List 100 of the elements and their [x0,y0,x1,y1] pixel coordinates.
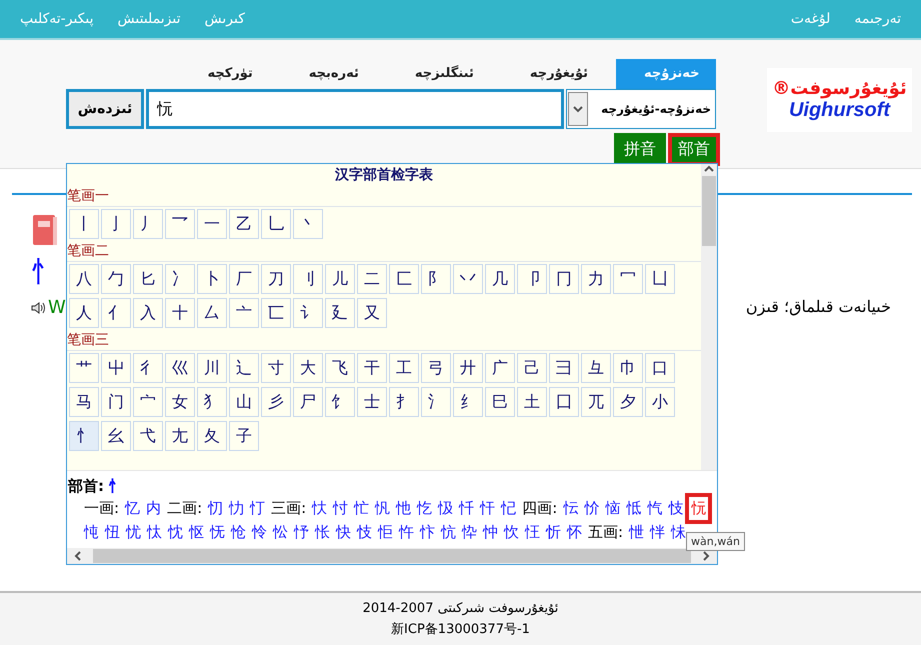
character-link[interactable]: 忔 [417,498,432,518]
radical-cell[interactable]: 小 [645,387,675,417]
character-link[interactable]: 怄 [189,522,204,542]
scroll-left-icon[interactable] [73,551,83,561]
language-tab[interactable]: ئىنگلىزچە [386,59,502,89]
radical-cell[interactable]: 干 [357,353,387,383]
radical-cell[interactable]: 扌 [389,387,419,417]
radical-cell[interactable]: 兀 [581,387,611,417]
character-link[interactable]: 忛 [375,498,390,518]
character-link[interactable]: 忮 [668,498,684,518]
radical-cell[interactable]: 川 [197,353,227,383]
radical-cell[interactable]: 人 [69,298,99,328]
radical-cell[interactable]: 土 [517,387,547,417]
character-link[interactable]: 忓 [480,498,496,518]
character-link[interactable]: 忻 [546,522,561,542]
character-link[interactable]: 忸 [105,522,120,542]
character-link[interactable]: 内 [146,498,162,518]
character-link[interactable]: 忶 [563,498,578,518]
radical-cell[interactable]: 十 [165,298,195,328]
radical-cell[interactable]: 艹 [69,353,99,383]
radical-cell[interactable]: 阝 [421,264,451,294]
character-link[interactable]: 忙 [354,498,370,518]
radical-cell[interactable]: 讠 [293,298,323,328]
radical-cell[interactable]: 女 [165,387,195,417]
language-tab[interactable]: ئەرەبچە [280,59,387,89]
character-link[interactable]: 忤 [399,522,414,542]
radical-cell[interactable]: 匚 [389,264,419,294]
radical-cell[interactable]: 刀 [261,264,291,294]
radical-cell[interactable]: 丶 [293,209,323,239]
scroll-right-icon[interactable] [701,551,711,561]
character-link[interactable]: 忕 [312,498,328,518]
character-link[interactable]: 忾 [647,498,662,518]
speaker-icon[interactable] [30,300,46,316]
character-link[interactable]: 忚 [396,498,412,518]
character-link[interactable]: 怀 [567,522,582,542]
character-link[interactable]: 忊 [250,498,266,518]
character-link[interactable]: 忭 [420,522,435,542]
radical-cell[interactable]: 子 [229,421,259,451]
radical-cell[interactable]: 大 [293,353,323,383]
language-tab[interactable]: تۈركچە [179,59,281,89]
caret-icon[interactable] [573,104,583,114]
radical-cell[interactable]: 彑 [581,353,611,383]
character-link[interactable]: 忦 [584,498,600,518]
radical-cell[interactable]: 凵 [645,264,675,294]
character-link[interactable]: 忬 [294,522,309,542]
radical-cell[interactable]: 一 [197,209,227,239]
character-link[interactable]: 怇 [378,522,393,542]
radical-cell[interactable]: 己 [517,353,547,383]
character-link[interactable]: 忡 [483,522,498,542]
radical-cell[interactable]: 廾 [453,353,483,383]
radical-cell[interactable]: 夂 [197,421,227,451]
radical-cell[interactable]: 乙 [229,209,259,239]
character-link[interactable]: 忏 [459,498,474,518]
character-link[interactable]: 恼 [605,498,620,518]
character-link[interactable]: 忲 [147,522,162,542]
radical-cell[interactable]: 丿 [133,209,163,239]
character-link[interactable]: 忉 [208,498,224,518]
radical-cell[interactable]: 屮 [101,353,131,383]
character-link[interactable]: 忼 [441,522,456,542]
radical-cell[interactable]: 弋 [133,421,163,451]
character-link[interactable]: 忰 [462,522,477,542]
character-link[interactable]: 忣 [438,498,454,518]
language-tab[interactable]: ئۇيغۇرچە [502,59,616,89]
radical-cell[interactable]: 彳 [133,353,163,383]
radical-cell[interactable]: 卜 [197,264,227,294]
character-link[interactable]: 忋 [501,498,516,518]
character-link[interactable]: 忆 [125,498,140,518]
character-link[interactable]: 忖 [333,498,348,518]
radical-cell[interactable]: 巾 [613,353,643,383]
radical-cell[interactable]: 巛 [165,353,195,383]
mode-button[interactable]: 部首 [668,133,720,166]
radical-cell[interactable]: 儿 [325,264,355,294]
radical-cell[interactable]: 乚 [261,209,291,239]
radical-cell[interactable]: 口 [645,353,675,383]
radical-cell[interactable]: 幺 [101,421,131,451]
character-link[interactable]: 怆 [231,522,246,542]
radical-cell[interactable]: 广 [485,353,515,383]
scrollbar-thumb[interactable] [702,176,716,246]
radical-cell[interactable]: 厶 [197,298,227,328]
radical-cell[interactable]: 飞 [325,353,355,383]
radical-cell[interactable]: 氵 [421,387,451,417]
radical-cell[interactable]: 刂 [293,264,323,294]
radical-cell[interactable]: 弓 [421,353,451,383]
radical-cell[interactable]: 匕 [133,264,163,294]
radical-cell[interactable]: 勹 [101,264,131,294]
character-link[interactable]: 忺 [504,522,519,542]
radical-cell[interactable]: 士 [357,387,387,417]
radical-cell[interactable]: 忄 [69,421,99,451]
character-link[interactable]: 怜 [252,522,267,542]
radical-cell[interactable]: 寸 [261,353,291,383]
radical-cell[interactable]: 巳 [485,387,515,417]
radical-cell[interactable]: 宀 [133,387,163,417]
character-link[interactable]: 怈 [629,522,644,542]
radical-cell[interactable]: 辶 [229,353,259,383]
radical-cell[interactable]: 二 [357,264,387,294]
character-link[interactable]: 忮 [357,522,372,542]
character-link[interactable]: 忱 [168,522,183,542]
radical-cell[interactable]: 尢 [165,421,195,451]
character-link[interactable]: 快 [336,522,351,542]
radical-cell[interactable]: 廴 [325,298,355,328]
